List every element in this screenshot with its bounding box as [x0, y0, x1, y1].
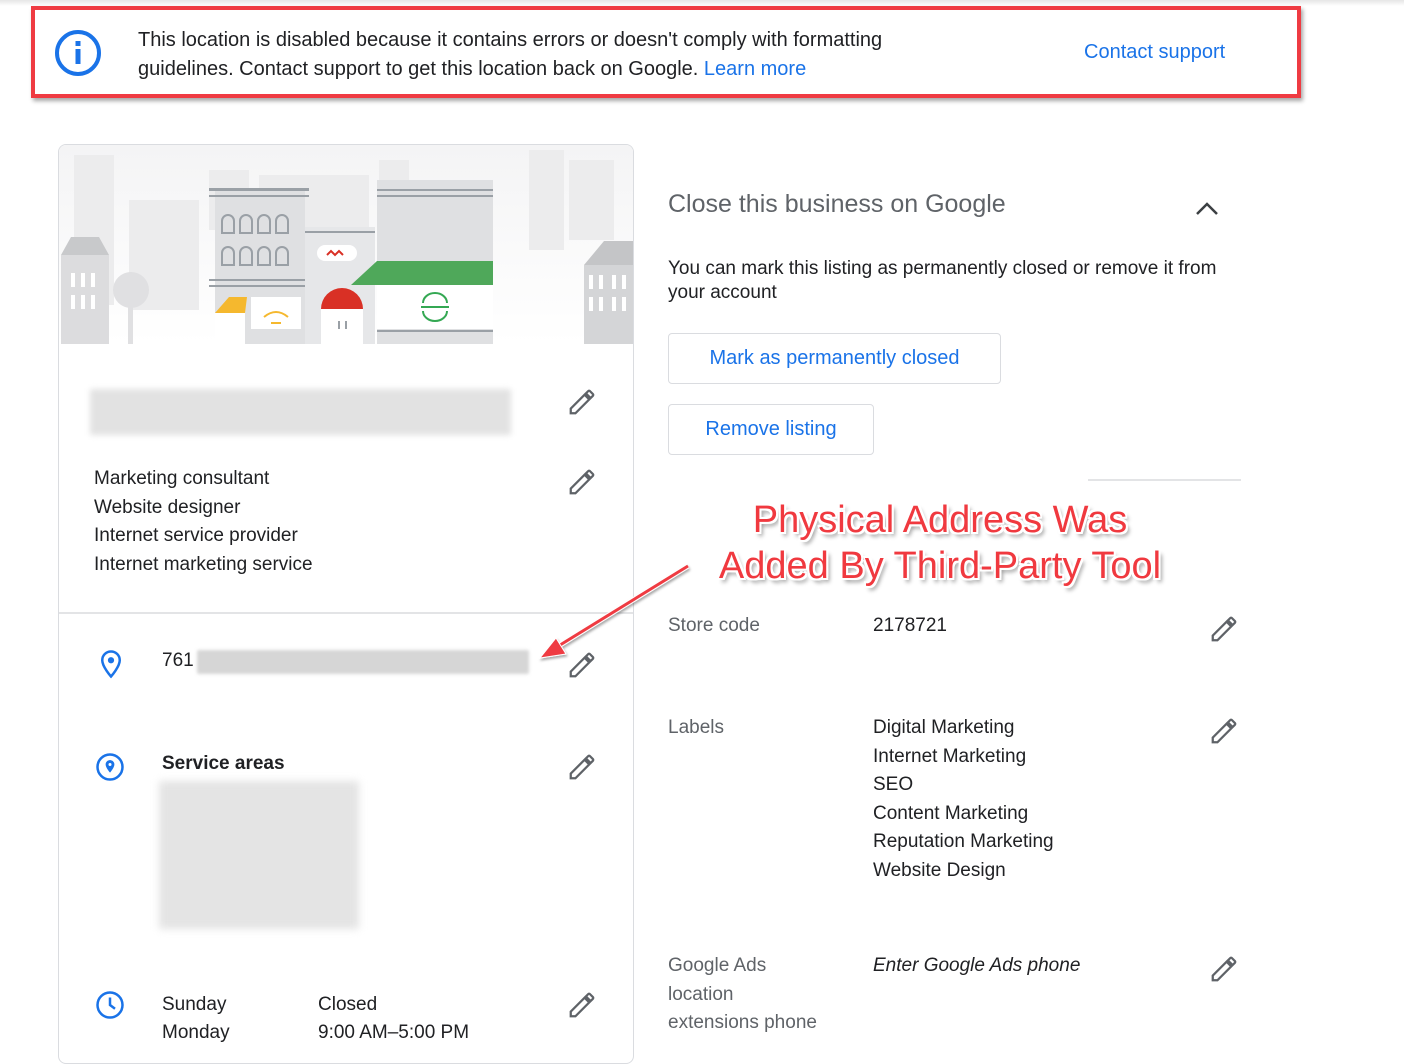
disabled-location-alert: This location is disabled because it con…: [31, 6, 1301, 98]
contact-support-link[interactable]: Contact support: [1084, 41, 1225, 64]
label-item: Digital Marketing: [873, 717, 1015, 738]
business-categories: Marketing consultant Website designer In…: [94, 465, 313, 579]
business-info-card: Marketing consultant Website designer In…: [58, 144, 634, 1064]
alert-message: This location is disabled because it con…: [138, 26, 938, 84]
location-pin-icon: [100, 650, 122, 679]
category-item: Internet marketing service: [94, 553, 313, 575]
mark-permanently-closed-button[interactable]: Mark as permanently closed: [668, 333, 1001, 384]
edit-name-pencil-icon[interactable]: [567, 387, 597, 417]
hours-day: Sunday: [162, 994, 227, 1015]
labels-values: Digital Marketing Internet Marketing SEO…: [873, 714, 1054, 885]
category-item: Internet service provider: [94, 525, 298, 546]
address-prefix: 761: [162, 650, 194, 671]
service-areas-redacted: [159, 781, 359, 929]
edit-hours-pencil-icon[interactable]: [567, 990, 597, 1020]
hours-time: Closed: [318, 994, 378, 1015]
ads-phone-label-line: location: [668, 983, 734, 1005]
edit-address-pencil-icon[interactable]: [567, 650, 597, 680]
label-item: Internet Marketing: [873, 745, 1027, 767]
business-name-redacted: [90, 389, 511, 435]
ads-phone-label: Google Ads location extensions phone: [668, 952, 817, 1038]
edit-service-areas-pencil-icon[interactable]: [567, 752, 597, 782]
hours-day: Monday: [162, 1022, 230, 1043]
edit-ads-phone-pencil-icon[interactable]: [1209, 954, 1239, 984]
store-code-label: Store code: [668, 615, 760, 636]
annotation-line-1: Physical Address Was: [752, 499, 1128, 541]
category-item: Marketing consultant: [94, 468, 270, 489]
label-item: Content Marketing: [873, 802, 1029, 824]
edit-categories-pencil-icon[interactable]: [567, 467, 597, 497]
annotation-callout: Physical Address Was Added By Third-Part…: [680, 497, 1200, 589]
section-divider: [1088, 479, 1241, 481]
chevron-up-icon[interactable]: [1192, 195, 1222, 221]
ads-phone-label-line: extensions phone: [668, 1012, 817, 1033]
close-business-description: You can mark this listing as permanently…: [668, 258, 1217, 303]
annotation-line-2: Added By Third-Party Tool: [718, 545, 1162, 587]
address-redacted: [197, 650, 529, 674]
label-item: SEO: [873, 774, 914, 795]
category-item: Website designer: [94, 496, 241, 518]
store-code-value: 2178721: [873, 615, 947, 636]
storefront-illustration: [59, 145, 633, 344]
close-business-title: Close this business on Google: [668, 190, 1006, 218]
learn-more-link[interactable]: Learn more: [704, 58, 806, 80]
edit-store-code-pencil-icon[interactable]: [1209, 614, 1239, 644]
edit-labels-pencil-icon[interactable]: [1209, 716, 1239, 746]
ads-phone-label-line: Google Ads: [668, 955, 767, 976]
info-icon: [55, 30, 101, 76]
ads-phone-placeholder[interactable]: Enter Google Ads phone: [873, 952, 1080, 981]
clock-icon: [96, 991, 124, 1019]
service-areas-title: Service areas: [162, 753, 285, 774]
remove-listing-button[interactable]: Remove listing: [668, 404, 874, 455]
card-divider: [59, 612, 633, 614]
label-item: Website Design: [873, 859, 1006, 881]
service-area-icon: [96, 753, 124, 781]
hours-time: 9:00 AM–5:00 PM: [318, 1022, 470, 1043]
label-item: Reputation Marketing: [873, 831, 1054, 852]
labels-label: Labels: [668, 717, 724, 738]
